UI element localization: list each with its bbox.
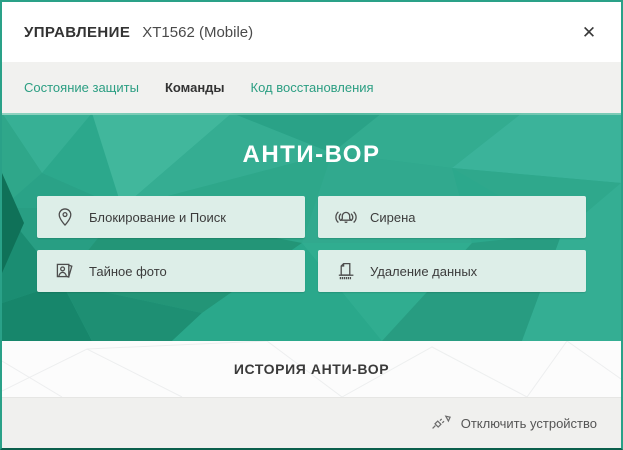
device-name: XT1562 (Mobile) [142,24,253,41]
disconnect-plug-icon [429,411,453,436]
siren-button[interactable]: Сирена [318,196,586,238]
command-label: Удаление данных [370,264,477,279]
hero-top-edge [2,113,621,115]
disconnect-device-link[interactable]: Отключить устройство [429,411,597,436]
secret-photo-button[interactable]: Тайное фото [37,250,305,292]
command-label: Блокирование и Поиск [89,210,226,225]
anti-theft-history-section[interactable]: ИСТОРИЯ АНТИ-ВОР [2,341,621,397]
footer-bar: Отключить устройство [2,397,621,448]
tab-commands[interactable]: Команды [165,80,225,95]
command-grid: Блокирование и Поиск Сирена [37,196,586,292]
command-label: Тайное фото [89,264,167,279]
tab-recovery-code[interactable]: Код восстановления [251,80,374,95]
disconnect-label: Отключить устройство [461,416,597,431]
lock-and-locate-button[interactable]: Блокирование и Поиск [37,196,305,238]
command-label: Сирена [370,210,416,225]
siren-icon [331,205,361,229]
secret-photo-icon [50,259,80,283]
location-pin-icon [50,205,80,229]
tab-protection-status[interactable]: Состояние защиты [24,80,139,95]
management-window: УПРАВЛЕНИЕ XT1562 (Mobile) ✕ Состояние з… [0,0,623,450]
window-title: УПРАВЛЕНИЕ [24,24,130,41]
anti-theft-section: АНТИ-ВОР Блокирование и Поиск [2,113,621,341]
data-wipe-button[interactable]: Удаление данных [318,250,586,292]
close-icon[interactable]: ✕ [575,18,603,46]
tab-bar: Состояние защиты Команды Код восстановле… [2,62,621,113]
history-title: ИСТОРИЯ АНТИ-ВОР [234,361,389,377]
data-wipe-icon [331,259,361,283]
titlebar: УПРАВЛЕНИЕ XT1562 (Mobile) ✕ [2,2,621,62]
anti-theft-title: АНТИ-ВОР [2,141,621,171]
